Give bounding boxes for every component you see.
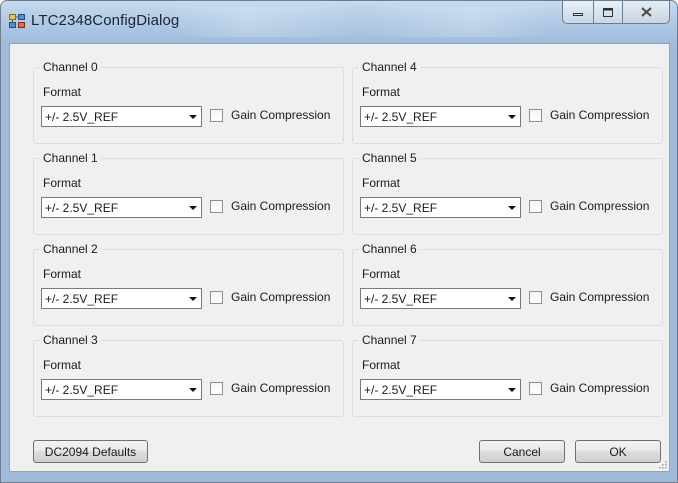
format-value: +/- 2.5V_REF [364,110,438,124]
gain-compression-label[interactable]: Gain Compression [550,108,649,122]
format-value: +/- 2.5V_REF [45,201,119,215]
channel-7-group: Channel 7 Format +/- 2.5V_REF Gain Compr… [352,333,663,417]
gain-compression-label[interactable]: Gain Compression [550,290,649,304]
cancel-button[interactable]: Cancel [479,440,565,463]
format-label: Format [362,176,401,190]
channel-3-gain-compression-checkbox[interactable] [210,382,223,395]
channel-0-format-select[interactable]: +/- 2.5V_REF [41,106,202,127]
dropdown-arrow-icon[interactable] [508,388,516,392]
title-bar[interactable]: LTC2348ConfigDialog [1,1,677,43]
gain-compression-label[interactable]: Gain Compression [231,199,330,213]
format-label: Format [43,358,82,372]
dialog-client-area: Channel 0 Format +/- 2.5V_REF Gain Compr… [9,43,670,472]
ok-button[interactable]: OK [575,440,661,463]
format-label: Format [43,267,82,281]
format-label: Format [43,176,82,190]
format-value: +/- 2.5V_REF [45,110,119,124]
channel-3-format-select[interactable]: +/- 2.5V_REF [41,379,202,400]
app-icon [9,14,25,28]
dropdown-arrow-icon[interactable] [508,297,516,301]
dropdown-arrow-icon[interactable] [189,115,197,119]
dropdown-arrow-icon[interactable] [508,115,516,119]
channel-3-group: Channel 3 Format +/- 2.5V_REF Gain Compr… [33,333,344,417]
maximize-button[interactable] [594,1,623,24]
channel-5-group: Channel 5 Format +/- 2.5V_REF Gain Compr… [352,151,663,235]
channel-7-gain-compression-checkbox[interactable] [529,382,542,395]
channel-4-gain-compression-checkbox[interactable] [529,109,542,122]
maximize-icon [603,7,613,17]
channel-6-format-select[interactable]: +/- 2.5V_REF [360,288,521,309]
caption-buttons [562,1,670,24]
format-value: +/- 2.5V_REF [364,383,438,397]
channel-5-format-select[interactable]: +/- 2.5V_REF [360,197,521,218]
format-value: +/- 2.5V_REF [364,201,438,215]
channel-7-format-select[interactable]: +/- 2.5V_REF [360,379,521,400]
gain-compression-label[interactable]: Gain Compression [550,199,649,213]
channel-4-format-select[interactable]: +/- 2.5V_REF [360,106,521,127]
channel-6-group: Channel 6 Format +/- 2.5V_REF Gain Compr… [352,242,663,326]
close-button[interactable] [623,1,670,24]
title-bar-background [171,7,551,37]
channel-6-gain-compression-checkbox[interactable] [529,291,542,304]
dropdown-arrow-icon[interactable] [508,206,516,210]
group-legend: Channel 7 [359,333,420,347]
group-legend: Channel 0 [40,60,101,74]
channel-0-gain-compression-checkbox[interactable] [210,109,223,122]
format-value: +/- 2.5V_REF [45,292,119,306]
channel-2-group: Channel 2 Format +/- 2.5V_REF Gain Compr… [33,242,344,326]
minimize-icon [573,13,583,16]
format-label: Format [362,358,401,372]
resize-grip-icon[interactable] [657,459,667,469]
group-legend: Channel 3 [40,333,101,347]
format-label: Format [362,267,401,281]
format-value: +/- 2.5V_REF [364,292,438,306]
window-title: LTC2348ConfigDialog [31,12,180,29]
channel-4-group: Channel 4 Format +/- 2.5V_REF Gain Compr… [352,60,663,144]
dropdown-arrow-icon[interactable] [189,297,197,301]
gain-compression-label[interactable]: Gain Compression [231,381,330,395]
dialog-window: LTC2348ConfigDialog Channel 0 Format +/-… [0,0,678,483]
channel-1-gain-compression-checkbox[interactable] [210,200,223,213]
close-icon [640,7,652,17]
group-legend: Channel 1 [40,151,101,165]
format-label: Format [43,85,82,99]
channel-0-group: Channel 0 Format +/- 2.5V_REF Gain Compr… [33,60,344,144]
dropdown-arrow-icon[interactable] [189,388,197,392]
format-value: +/- 2.5V_REF [45,383,119,397]
channel-1-group: Channel 1 Format +/- 2.5V_REF Gain Compr… [33,151,344,235]
group-legend: Channel 5 [359,151,420,165]
format-label: Format [362,85,401,99]
gain-compression-label[interactable]: Gain Compression [231,108,330,122]
group-legend: Channel 6 [359,242,420,256]
channel-1-format-select[interactable]: +/- 2.5V_REF [41,197,202,218]
dropdown-arrow-icon[interactable] [189,206,197,210]
gain-compression-label[interactable]: Gain Compression [550,381,649,395]
gain-compression-label[interactable]: Gain Compression [231,290,330,304]
minimize-button[interactable] [562,1,594,24]
channel-2-format-select[interactable]: +/- 2.5V_REF [41,288,202,309]
channel-2-gain-compression-checkbox[interactable] [210,291,223,304]
defaults-button[interactable]: DC2094 Defaults [33,440,148,463]
channel-5-gain-compression-checkbox[interactable] [529,200,542,213]
group-legend: Channel 2 [40,242,101,256]
group-legend: Channel 4 [359,60,420,74]
